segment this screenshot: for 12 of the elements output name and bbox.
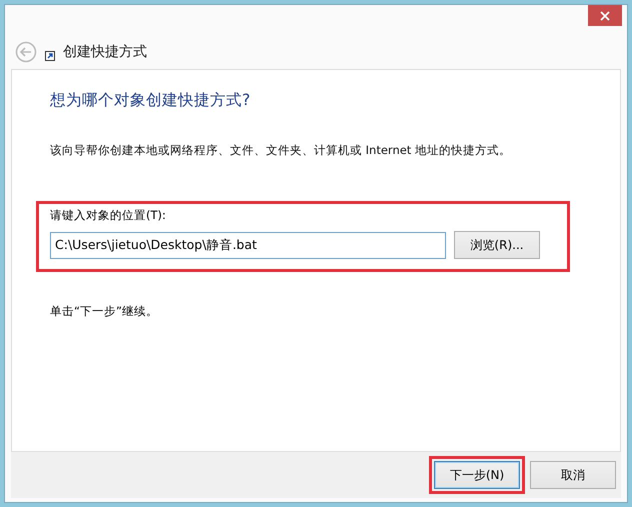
location-label: 请键入对象的位置(T): <box>50 208 167 223</box>
close-icon <box>600 10 610 20</box>
window-title: 创建快捷方式 <box>63 43 147 61</box>
close-button[interactable] <box>588 5 622 26</box>
wizard-description: 该向导帮你创建本地或网络程序、文件、文件夹、计算机或 Internet 地址的快捷方式。 <box>50 143 512 158</box>
continue-hint: 单击“下一步”继续。 <box>50 304 159 319</box>
wizard-heading: 想为哪个对象创建快捷方式? <box>50 90 252 111</box>
location-field[interactable]: C:\Users\jietuo\Desktop\静音.bat <box>50 232 446 258</box>
browse-button[interactable]: 浏览(R)... <box>454 231 540 259</box>
next-button[interactable]: 下一步(N) <box>434 461 520 489</box>
shortcut-icon <box>45 51 55 61</box>
cancel-button[interactable]: 取消 <box>530 461 616 489</box>
